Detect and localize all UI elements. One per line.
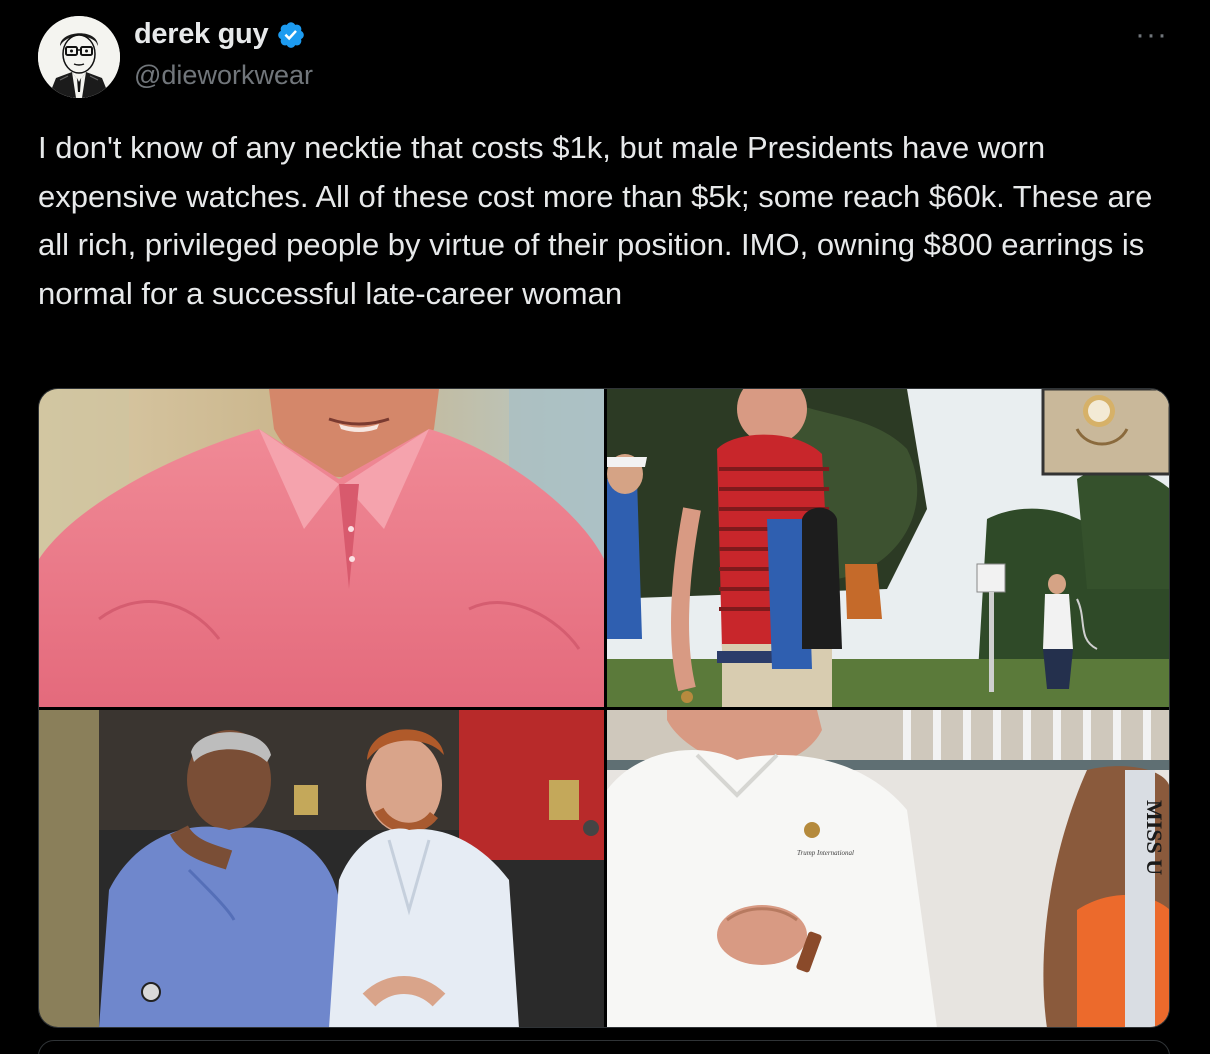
verified-badge-icon <box>276 20 306 50</box>
photo-golf-course[interactable] <box>607 389 1169 707</box>
tweet: derek guy @dieworkwear ··· I don't know … <box>0 0 1210 1054</box>
avatar[interactable] <box>38 16 120 98</box>
author-handle[interactable]: @dieworkwear <box>134 60 313 91</box>
sash-text: MISS U <box>1142 800 1167 875</box>
photo-two-men-seated[interactable] <box>39 710 604 1027</box>
tweet-text: I don't know of any necktie that costs $… <box>38 130 1161 311</box>
svg-text:Trump International: Trump International <box>797 849 854 857</box>
quoted-tweet-card[interactable] <box>38 1040 1170 1054</box>
photo-white-polo-watch[interactable]: Trump International MISS U <box>607 710 1169 1027</box>
media-grid: Trump International MISS U <box>38 388 1170 1028</box>
author-display-name[interactable]: derek guy <box>134 18 269 51</box>
more-options-button[interactable]: ··· <box>1135 20 1168 50</box>
author-name-row: derek guy <box>134 18 306 51</box>
photo-pink-polo[interactable] <box>39 389 604 707</box>
